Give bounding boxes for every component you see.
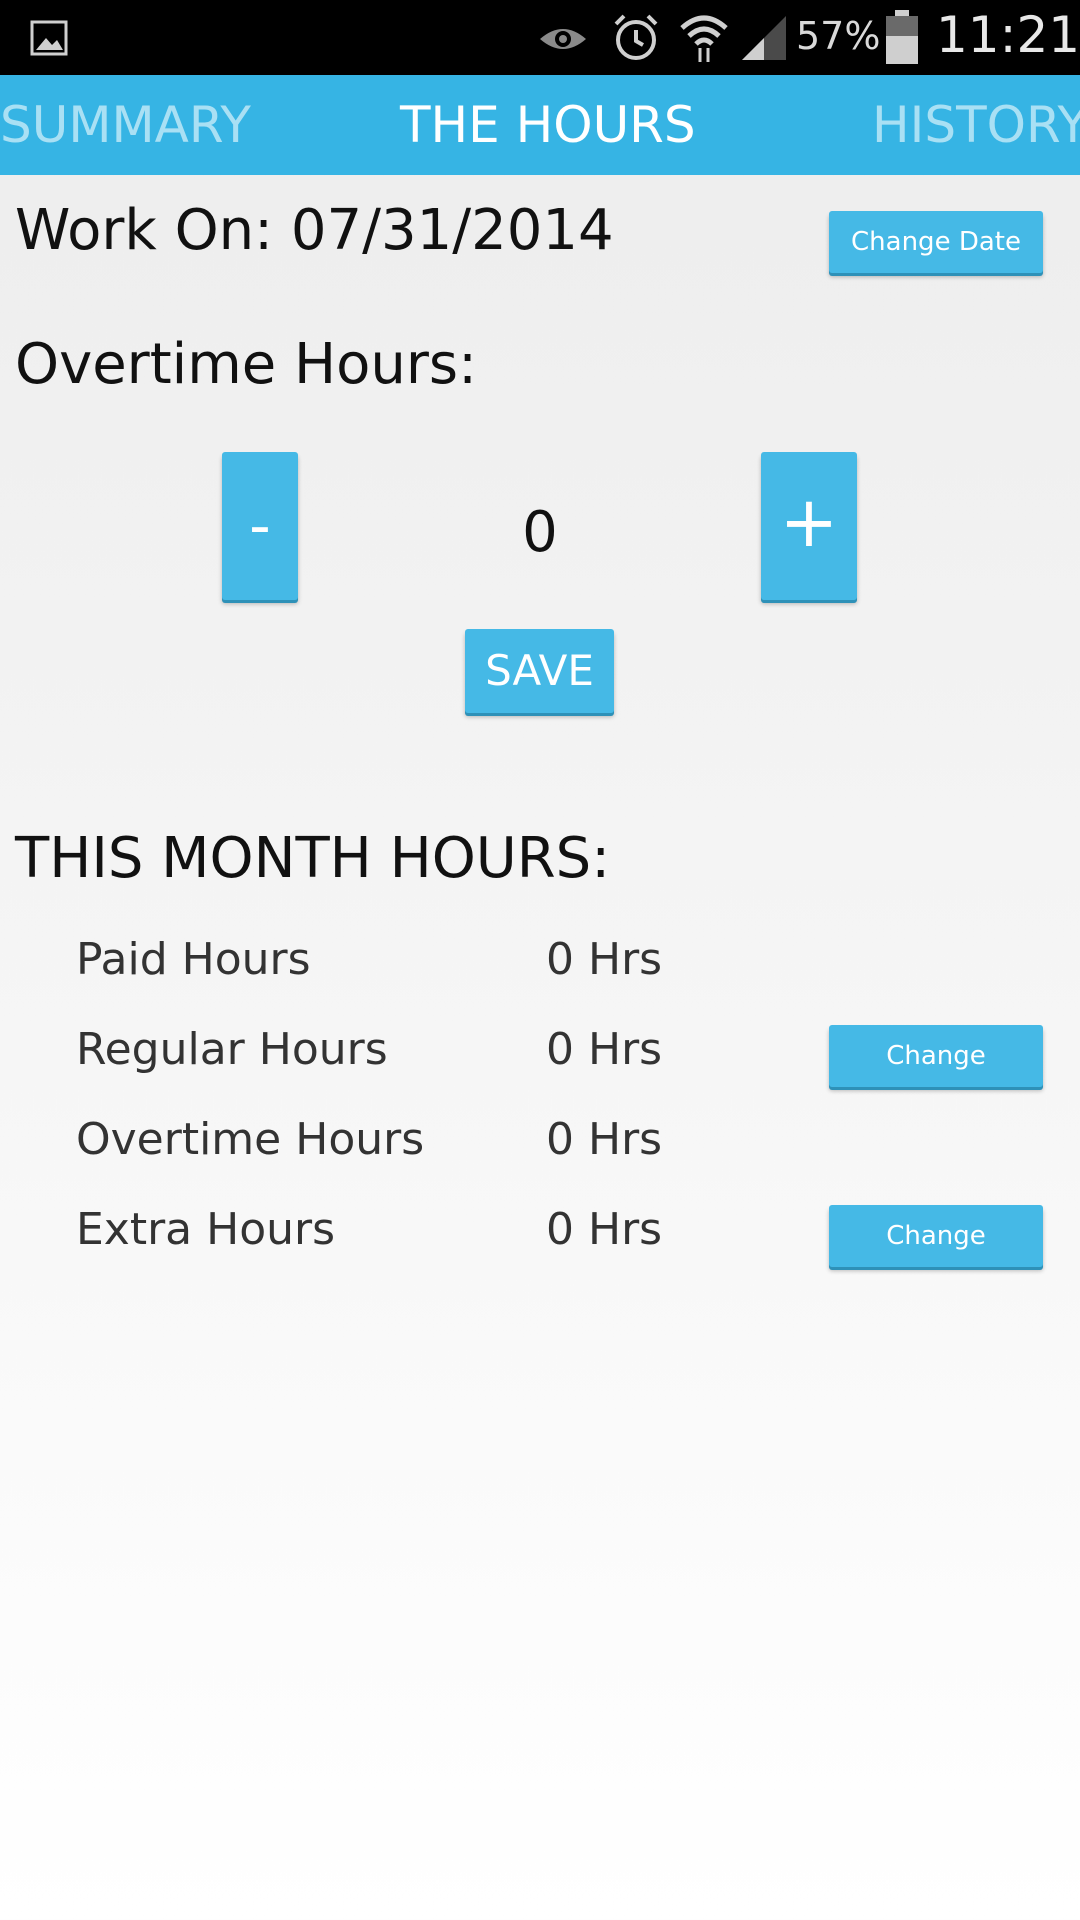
tab-summary[interactable]: SUMMARY — [0, 75, 251, 175]
signal-icon — [742, 16, 786, 60]
change-regular-hours-button[interactable]: Change — [829, 1025, 1043, 1087]
month-hours-heading: THIS MONTH HOURS: — [15, 826, 611, 891]
extra-hours-value: 0 Hrs — [546, 1204, 663, 1255]
paid-hours-label: Paid Hours — [76, 934, 311, 985]
tab-history[interactable]: HISTORY — [872, 75, 1080, 175]
change-extra-hours-button[interactable]: Change — [829, 1205, 1043, 1267]
tab-bar: SUMMARY THE HOURS HISTORY — [0, 75, 1080, 175]
paid-hours-value: 0 Hrs — [546, 934, 663, 985]
battery-percent: 57% — [796, 14, 881, 58]
work-on-date: Work On: 07/31/2014 — [15, 198, 614, 263]
battery-icon — [886, 10, 918, 64]
clock: 11:21 — [936, 6, 1080, 64]
change-date-button[interactable]: Change Date — [829, 211, 1043, 273]
regular-hours-label: Regular Hours — [76, 1024, 388, 1075]
image-icon — [30, 20, 68, 56]
wifi-icon — [680, 15, 728, 62]
overtime-hours-row-label: Overtime Hours — [76, 1114, 425, 1165]
overtime-hours-label: Overtime Hours: — [15, 332, 477, 397]
alarm-icon — [614, 14, 658, 60]
overtime-hours-row-value: 0 Hrs — [546, 1114, 663, 1165]
tab-the-hours[interactable]: THE HOURS — [400, 75, 696, 175]
status-bar: 57% 11:21 — [0, 0, 1080, 75]
overtime-value: 0 — [522, 500, 558, 565]
decrement-button[interactable]: - — [222, 452, 298, 600]
extra-hours-label: Extra Hours — [76, 1204, 336, 1255]
regular-hours-value: 0 Hrs — [546, 1024, 663, 1075]
save-button[interactable]: SAVE — [465, 629, 614, 713]
increment-button[interactable]: + — [761, 452, 857, 600]
eye-icon — [540, 29, 586, 49]
